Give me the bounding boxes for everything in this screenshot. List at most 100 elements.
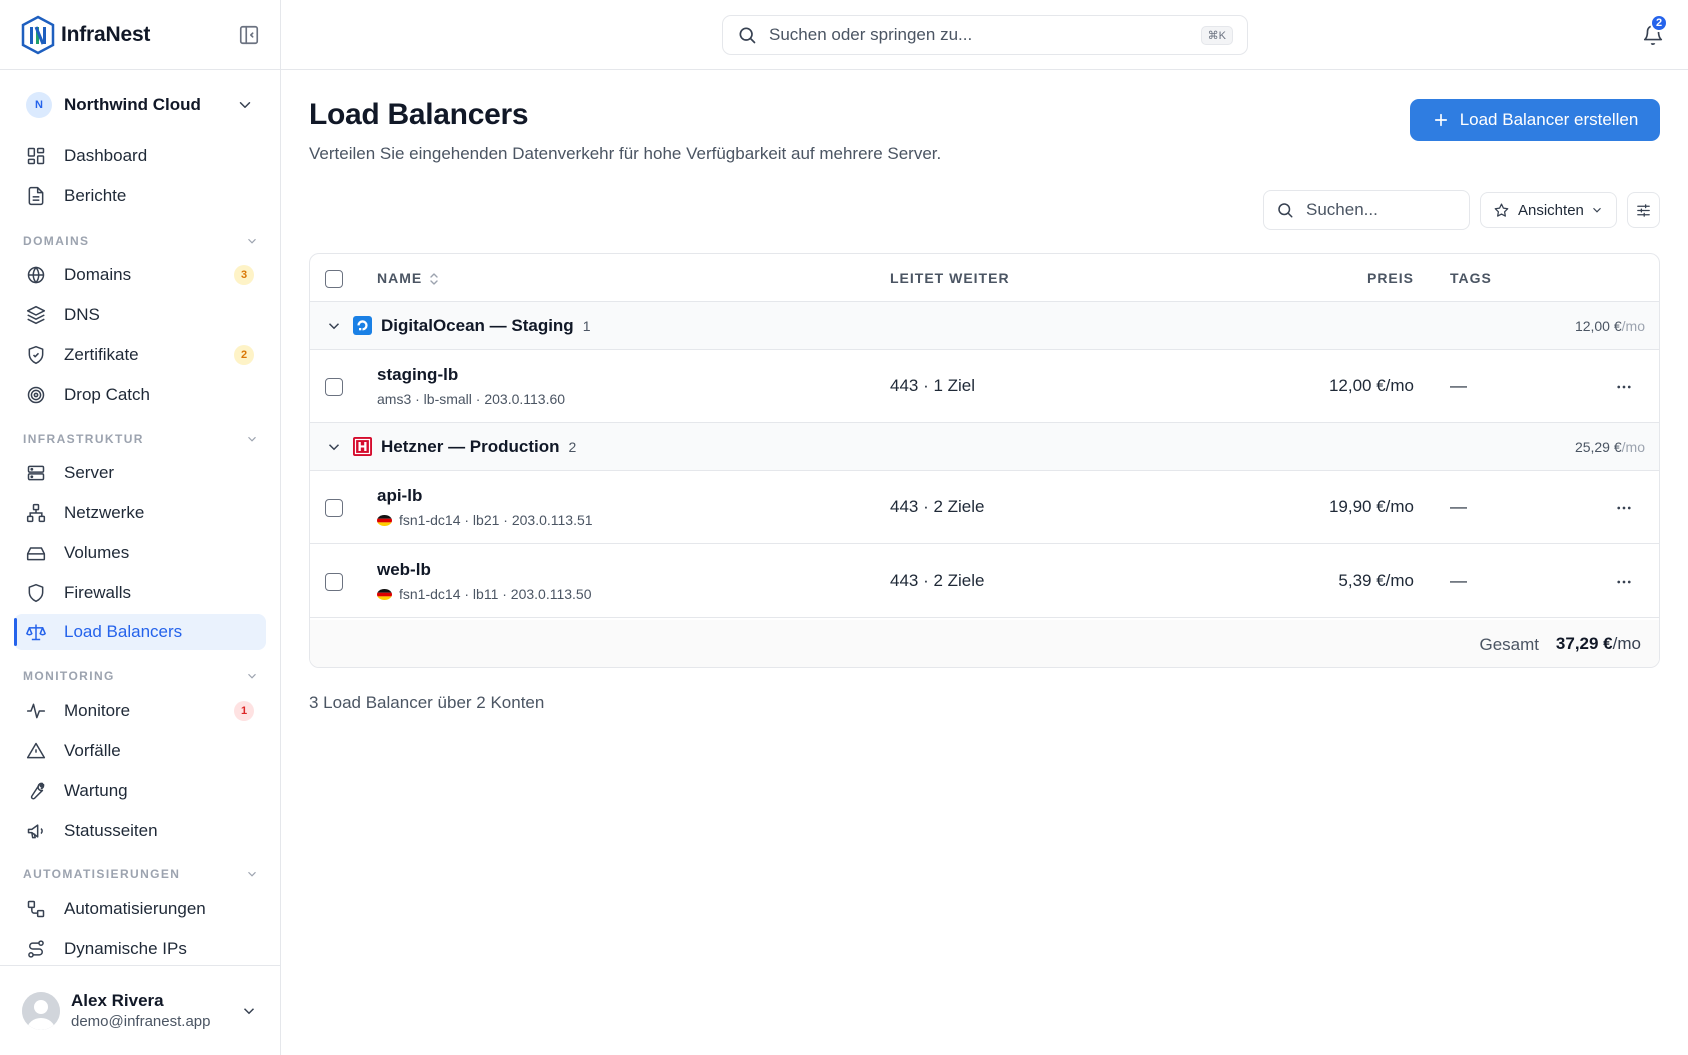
org-switcher[interactable]: N Northwind Cloud [14,84,266,126]
search-placeholder: Suchen... [1306,200,1378,219]
org-name: Northwind Cloud [64,95,201,114]
more-horizontal-icon[interactable] [1615,378,1633,396]
sidebar-item-load-balancers[interactable]: Load Balancers [14,614,266,650]
lb-tags: — [1450,497,1467,516]
column-header-name[interactable]: NAME [377,270,440,286]
sidebar-item-berichte[interactable]: Berichte [14,178,266,214]
route-icon [26,939,46,959]
brand: InfraNest [0,0,280,70]
user-name: Alex Rivera [71,991,164,1010]
lb-name[interactable]: web-lb [377,560,431,580]
section-label: AUTOMATISIERUNGEN [23,867,181,881]
lb-name[interactable]: staging-lb [377,365,458,385]
notification-badge: 2 [1650,14,1668,32]
group-row-digitalocean[interactable]: DigitalOcean — Staging 1 12,00 €/mo [310,302,1659,350]
lb-price: 19,90 €/mo [1328,497,1414,516]
sort-icon[interactable] [428,272,440,286]
views-label: Ansichten [1518,201,1584,219]
sidebar-item-label: Statusseiten [64,821,158,840]
chevron-down-icon[interactable] [240,1002,258,1020]
load-balancer-table: NAME LEITET WEITER PREIS TAGS DigitalOce… [309,253,1660,668]
table-search-input[interactable]: Suchen... [1263,190,1470,230]
layers-icon [26,305,46,325]
avatar [22,991,60,1030]
shield-icon [26,583,46,603]
group-total-value: 12,00 € [1574,318,1622,334]
file-text-icon [26,186,46,206]
sidebar-item-label: Automatisierungen [64,899,206,918]
group-name-text: DigitalOcean — Staging [381,316,574,335]
section-infrastruktur[interactable]: INFRASTRUKTUR [23,429,259,449]
sidebar-item-drop-catch[interactable]: Drop Catch [14,377,266,413]
sidebar-item-firewalls[interactable]: Firewalls [14,575,266,611]
lb-forwards: 443 · 2 Ziele [890,571,985,590]
sidebar-item-dns[interactable]: DNS [14,297,266,333]
lb-meta-text: fsn1-dc14 · lb21 · 203.0.113.51 [399,512,593,528]
group-total-unit: /mo [1621,439,1645,455]
section-monitoring[interactable]: MONITORING [23,666,259,686]
activity-icon [26,701,46,721]
row-checkbox[interactable] [325,378,343,396]
hard-drive-icon [26,543,46,563]
column-settings-button[interactable] [1627,192,1660,228]
sidebar-item-automatisierungen[interactable]: Automatisierungen [14,891,266,927]
sidebar-item-domains[interactable]: Domains 3 [14,257,266,293]
sidebar-item-label: Zertifikate [64,345,139,364]
search-placeholder: Suchen oder springen zu... [769,25,973,44]
group-total-unit: /mo [1621,318,1645,334]
sidebar-item-dashboard[interactable]: Dashboard [14,138,266,174]
sidebar-item-monitore[interactable]: Monitore 1 [14,693,266,729]
table-header-row: NAME LEITET WEITER PREIS TAGS [310,254,1659,302]
sidebar-item-label: Load Balancers [64,622,183,641]
sidebar-item-wartung[interactable]: Wartung [14,773,266,809]
sidebar-item-label: Domains [64,265,132,284]
group-count: 2 [568,439,577,455]
views-dropdown[interactable]: Ansichten [1480,192,1617,228]
global-search-input[interactable]: Suchen oder springen zu... ⌘K [722,15,1248,55]
sidebar-item-server[interactable]: Server [14,455,266,491]
megaphone-icon [26,821,46,841]
table-row[interactable]: api-lb fsn1-dc14 · lb21 · 203.0.113.51 4… [310,471,1659,544]
row-checkbox[interactable] [325,573,343,591]
user-menu[interactable]: Alex Rivera demo@infranest.app [0,965,280,1055]
sidebar-item-vorfaelle[interactable]: Vorfälle [14,733,266,769]
sidebar-item-dynamische-ips[interactable]: Dynamische IPs [14,931,266,967]
lb-name[interactable]: api-lb [377,486,422,506]
search-icon [737,25,757,45]
table-row[interactable]: staging-lb ams3 · lb-small · 203.0.113.6… [310,350,1659,423]
scale-icon [26,622,46,642]
sidebar-item-netzwerke[interactable]: Netzwerke [14,495,266,531]
sidebar-item-label: Vorfälle [64,741,121,760]
create-button-label: Load Balancer erstellen [1459,110,1639,129]
row-checkbox[interactable] [325,499,343,517]
infranest-logo-icon [20,15,56,55]
group-row-hetzner[interactable]: Hetzner — Production 2 25,29 €/mo [310,423,1659,471]
section-domains[interactable]: DOMAINS [23,231,259,251]
column-header-leitet-weiter: LEITET WEITER [890,270,1010,286]
sidebar-item-label: Volumes [64,543,130,562]
group-count: 1 [582,318,591,334]
chevron-down-icon[interactable] [325,438,343,456]
chevron-down-icon[interactable] [325,317,343,335]
chevron-down-icon [1590,203,1604,217]
sidebar-item-statusseiten[interactable]: Statusseiten [14,813,266,849]
sidebar-item-volumes[interactable]: Volumes [14,535,266,571]
topbar: Suchen oder springen zu... ⌘K 2 [281,0,1688,70]
sidebar-item-zertifikate[interactable]: Zertifikate 2 [14,337,266,373]
create-load-balancer-button[interactable]: Load Balancer erstellen [1410,99,1660,141]
select-all-checkbox[interactable] [325,270,343,288]
total-value: 37,29 €/mo [1556,634,1641,654]
table-row[interactable]: web-lb fsn1-dc14 · lb11 · 203.0.113.50 4… [310,545,1659,618]
sidebar-collapse-icon[interactable] [238,24,260,46]
more-horizontal-icon[interactable] [1615,573,1633,591]
lb-meta: fsn1-dc14 · lb21 · 203.0.113.51 [377,512,593,528]
section-automatisierungen[interactable]: AUTOMATISIERUNGEN [23,864,259,884]
group-total: 12,00 €/mo [1575,318,1645,334]
user-email: demo@infranest.app [71,1013,211,1030]
app-name: InfraNest [61,22,151,46]
lb-forwards: 443 · 1 Ziel [890,376,976,395]
lb-meta: fsn1-dc14 · lb11 · 203.0.113.50 [377,586,592,602]
hetzner-logo-icon [353,437,372,456]
more-horizontal-icon[interactable] [1615,499,1633,517]
target-icon [26,385,46,405]
